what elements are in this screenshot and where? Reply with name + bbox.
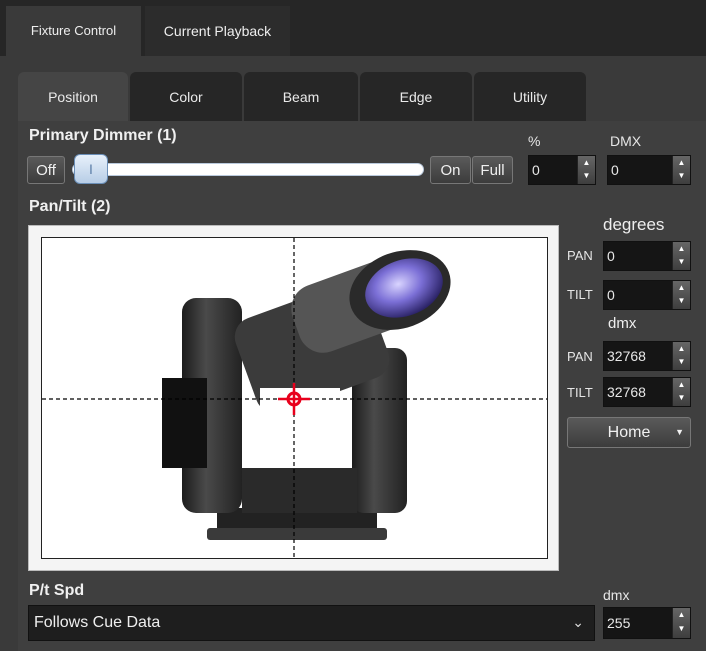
spin-arrows-icon[interactable]: ▲ ▼ xyxy=(672,242,690,270)
tilt-dmx-value: 32768 xyxy=(607,384,646,400)
pt-speed-select[interactable]: Follows Cue Data ⌄ xyxy=(28,605,595,641)
dimmer-slider-handle[interactable]: I xyxy=(74,154,108,184)
spin-arrows-icon[interactable]: ▲ ▼ xyxy=(672,608,690,638)
degrees-header: degrees xyxy=(603,215,665,234)
chevron-down-icon: ⌄ xyxy=(572,614,584,630)
pan-tilt-title: Pan/Tilt (2) xyxy=(29,198,111,215)
tilt-degrees-spinbox[interactable]: 0 ▲ ▼ xyxy=(603,280,691,310)
pan-dmx-spinbox[interactable]: 32768 ▲ ▼ xyxy=(603,341,691,371)
pan-dmx-value: 32768 xyxy=(607,348,646,364)
primary-dimmer-title: Primary Dimmer (1) xyxy=(29,127,177,144)
dmx-header: DMX xyxy=(610,133,642,149)
spin-arrows-icon[interactable]: ▲ ▼ xyxy=(672,378,690,406)
pt-speed-dmx-spinbox[interactable]: 255 ▲ ▼ xyxy=(603,607,691,639)
spin-arrows-icon[interactable]: ▲ ▼ xyxy=(672,342,690,370)
pan-dmx-label: PAN xyxy=(567,349,593,364)
pan-degrees-label: PAN xyxy=(567,248,593,263)
dimmer-dmx-value: 0 xyxy=(611,162,619,178)
pt-speed-dmx-header: dmx xyxy=(603,587,630,603)
home-button[interactable]: Home ▼ xyxy=(567,417,691,448)
pan-tilt-pad[interactable] xyxy=(41,237,548,559)
tab-current-playback[interactable]: Current Playback xyxy=(145,6,290,56)
tab-color[interactable]: Color xyxy=(130,72,242,122)
dimmer-percent-value: 0 xyxy=(532,162,540,178)
pan-degrees-value: 0 xyxy=(607,248,615,264)
spin-arrows-icon[interactable]: ▲ ▼ xyxy=(672,281,690,309)
tilt-degrees-label: TILT xyxy=(567,287,593,302)
moving-head-fixture-image xyxy=(42,238,547,558)
tilt-dmx-spinbox[interactable]: 32768 ▲ ▼ xyxy=(603,377,691,407)
dimmer-on-button[interactable]: On xyxy=(430,156,471,184)
dimmer-dmx-spinbox[interactable]: 0 ▲ ▼ xyxy=(607,155,691,185)
home-label: Home xyxy=(607,424,651,441)
dimmer-slider-track[interactable] xyxy=(72,163,424,176)
dimmer-percent-spinbox[interactable]: 0 ▲ ▼ xyxy=(528,155,596,185)
spin-arrows-icon[interactable]: ▲ ▼ xyxy=(672,156,690,184)
tab-utility[interactable]: Utility xyxy=(474,72,586,122)
dmx-subheader: dmx xyxy=(608,315,637,332)
pt-speed-selected: Follows Cue Data xyxy=(34,614,161,631)
dropdown-arrow-icon: ▼ xyxy=(675,427,684,437)
spin-arrows-icon[interactable]: ▲ ▼ xyxy=(577,156,595,184)
pt-speed-dmx-value: 255 xyxy=(607,615,631,631)
tab-position[interactable]: Position xyxy=(18,72,128,122)
tilt-dmx-label: TILT xyxy=(567,385,593,400)
pt-speed-title: P/t Spd xyxy=(29,582,85,599)
dimmer-full-button[interactable]: Full xyxy=(472,156,513,184)
tab-edge[interactable]: Edge xyxy=(360,72,472,122)
pan-degrees-spinbox[interactable]: 0 ▲ ▼ xyxy=(603,241,691,271)
tilt-degrees-value: 0 xyxy=(607,287,615,303)
tab-beam[interactable]: Beam xyxy=(244,72,358,122)
percent-header: % xyxy=(528,133,541,149)
dimmer-off-button[interactable]: Off xyxy=(27,156,65,184)
tab-fixture-control[interactable]: Fixture Control xyxy=(6,6,141,56)
